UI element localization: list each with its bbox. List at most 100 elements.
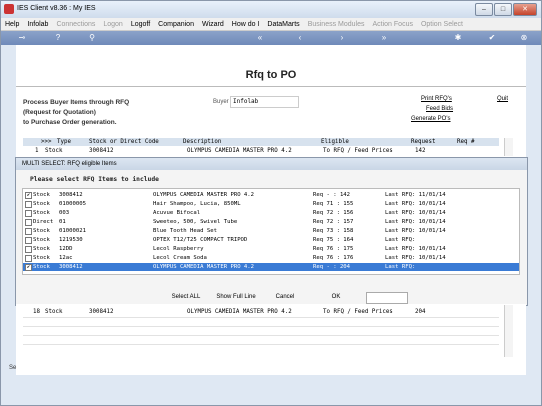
- dialog-heading: Please select RFQ Items to include: [30, 176, 159, 183]
- item-last-rfq: Last RFQ: 10/01/14: [385, 246, 446, 252]
- dialog-input-field[interactable]: [366, 292, 408, 304]
- maximize-button[interactable]: □: [494, 3, 512, 16]
- right-panel: [526, 45, 541, 375]
- checkbox[interactable]: ✔: [25, 264, 32, 271]
- menu-connections: Connections: [56, 20, 96, 28]
- grid-line: [23, 344, 499, 345]
- rfq-items-list[interactable]: ✔ Stock 3008412 OLYMPUS CAMEDIA MASTER PRO …: [22, 188, 520, 275]
- list-item[interactable]: Stock 12DD Lecol Raspberry Req 76 : 175 Last…: [23, 245, 519, 253]
- menu-companion[interactable]: Companion: [154, 21, 198, 28]
- gear-icon[interactable]: ✱: [453, 33, 463, 43]
- checkbox[interactable]: [25, 210, 32, 217]
- dialog-title: MULTI SELECT: RFQ eligible Items: [16, 158, 527, 170]
- list-item[interactable]: Stock 12ac Lecol Cream Soda Req 76 : 176 Las…: [23, 254, 519, 262]
- list-item[interactable]: ✔ Stock 3008412 OLYMPUS CAMEDIA MASTER PRO …: [23, 263, 519, 271]
- item-last-rfq: Last RFQ: 10/01/14: [385, 255, 446, 261]
- list-item[interactable]: Stock 003 Acuvue Bifocal Req 72 : 156 Last R…: [23, 209, 519, 217]
- menu-how-do-i[interactable]: How do I: [228, 21, 264, 28]
- item-description: Hair Shampoo, Lucia, 850ML: [153, 201, 241, 207]
- select-all-button[interactable]: Select ALL: [168, 292, 204, 302]
- minimize-button[interactable]: –: [475, 3, 493, 16]
- process-description: Process Buyer Items through RFQ (Request…: [23, 98, 129, 128]
- item-description: Acuvue Bifocal: [153, 210, 201, 216]
- generate-pos-link[interactable]: Generate PO's: [411, 116, 451, 122]
- list-item[interactable]: Direct 01 Sweeteo, 500, Swivel Tube Req 72 …: [23, 218, 519, 226]
- grid-header: >>> Type Stock or Direct Code Descriptio…: [23, 138, 499, 146]
- menu-help[interactable]: Help: [1, 21, 23, 28]
- item-code: 01000021: [59, 228, 86, 234]
- table-row[interactable]: 1 Stock 3008412 OLYMPUS CAMEDIA MASTER P…: [23, 147, 499, 155]
- col-request: Request: [411, 139, 436, 145]
- menu-logoff[interactable]: Logoff: [127, 21, 154, 28]
- print-rfqs-link[interactable]: Print RFQ's: [421, 96, 452, 102]
- lower-grid-scrollbar[interactable]: [504, 305, 513, 357]
- checkbox[interactable]: [25, 228, 32, 235]
- item-last-rfq: Last RFQ: 10/01/14: [385, 219, 446, 225]
- previous-record-icon[interactable]: ‹: [295, 33, 305, 43]
- first-record-icon[interactable]: «: [255, 33, 265, 43]
- checkbox[interactable]: [25, 246, 32, 253]
- grid-line: [23, 317, 499, 318]
- ok-button[interactable]: OK: [324, 292, 348, 302]
- help-icon[interactable]: ?: [53, 33, 63, 43]
- buyer-field[interactable]: Infolab: [230, 96, 299, 108]
- description-line-1: Process Buyer Items through RFQ: [23, 99, 130, 106]
- menu-option-select: Option Select: [420, 20, 463, 28]
- cancel-button[interactable]: Cancel: [270, 292, 300, 302]
- checkbox[interactable]: ✔: [25, 192, 32, 199]
- cancel-icon[interactable]: ⊗: [519, 33, 529, 43]
- row-type: Stock: [45, 309, 63, 315]
- list-item[interactable]: Stock 1219530 OPTEX T12/T25 COMPACT TRIPOD…: [23, 236, 519, 244]
- checkbox[interactable]: [25, 201, 32, 208]
- item-description: Lecol Cream Soda: [153, 255, 207, 261]
- row-type: Stock: [45, 148, 63, 154]
- grid-line: [23, 335, 499, 336]
- description-line-3: to Purchase Order generation.: [23, 119, 117, 126]
- item-last-rfq: Last RFQ: 11/01/14: [385, 192, 446, 198]
- menu-logon: Logon: [103, 20, 123, 28]
- col-type: Type: [57, 139, 71, 145]
- item-description: OLYMPUS CAMEDIA MASTER PRO 4.2: [153, 264, 255, 270]
- item-type: Stock: [33, 246, 50, 252]
- item-type: Stock: [33, 255, 50, 261]
- item-request: Req 73 : 158: [313, 228, 354, 234]
- item-code: 01000005: [59, 201, 86, 207]
- row-code: 3008412: [89, 309, 114, 315]
- col-req-no: Req #: [457, 139, 475, 145]
- search-icon[interactable]: ⚲: [87, 33, 97, 43]
- col-marker: >>>: [41, 139, 52, 145]
- quit-link[interactable]: Quit: [497, 96, 508, 102]
- window-title: IES Client v8.36 : My IES: [17, 5, 96, 12]
- next-record-icon[interactable]: ›: [337, 33, 347, 43]
- last-record-icon[interactable]: »: [379, 33, 389, 43]
- item-request: Req 72 : 156: [313, 210, 354, 216]
- key-icon[interactable]: ⊸: [15, 33, 29, 43]
- close-button[interactable]: ✕: [513, 3, 537, 16]
- item-request: Req 75 : 164: [313, 237, 354, 243]
- row-eligible: To RFQ / Feed Prices: [323, 148, 393, 154]
- item-last-rfq: Last RFQ:: [385, 264, 416, 270]
- checkbox[interactable]: [25, 219, 32, 226]
- menu-infolab[interactable]: Infolab: [23, 21, 52, 28]
- list-item[interactable]: Stock 01000005 Hair Shampoo, Lucia, 850ML R…: [23, 200, 519, 208]
- row-description: OLYMPUS CAMEDIA MASTER PRO 4.2: [187, 309, 292, 315]
- item-code: 01: [59, 219, 66, 225]
- checkbox[interactable]: [25, 237, 32, 244]
- item-code: 3008412: [59, 264, 83, 270]
- toolbar: ⊸ ? ⚲ « ‹ › » ✱ ✔ ⊗: [1, 31, 541, 45]
- list-item[interactable]: Stock 01000021 Blue Tooth Head Set Req 73 :…: [23, 227, 519, 235]
- ok-icon[interactable]: ✔: [487, 33, 497, 43]
- table-row[interactable]: 18 Stock 3008412 OLYMPUS CAMEDIA MASTER …: [23, 308, 499, 316]
- buyer-label: Buyer: [213, 99, 229, 105]
- app-icon: [4, 4, 14, 14]
- grid-scrollbar[interactable]: [504, 138, 513, 156]
- show-full-line-button[interactable]: Show Full Line: [216, 292, 256, 302]
- feed-bids-link[interactable]: Feed Bids: [426, 106, 453, 112]
- list-item[interactable]: ✔ Stock 3008412 OLYMPUS CAMEDIA MASTER PRO …: [23, 191, 519, 199]
- checkbox[interactable]: [25, 255, 32, 262]
- item-code: 12DD: [59, 246, 73, 252]
- menu-datamarts[interactable]: DataMarts: [263, 21, 303, 28]
- menu-wizard[interactable]: Wizard: [198, 21, 228, 28]
- item-code: 12ac: [59, 255, 73, 261]
- application-window: IES Client v8.36 : My IES – □ ✕ Help Inf…: [0, 0, 542, 406]
